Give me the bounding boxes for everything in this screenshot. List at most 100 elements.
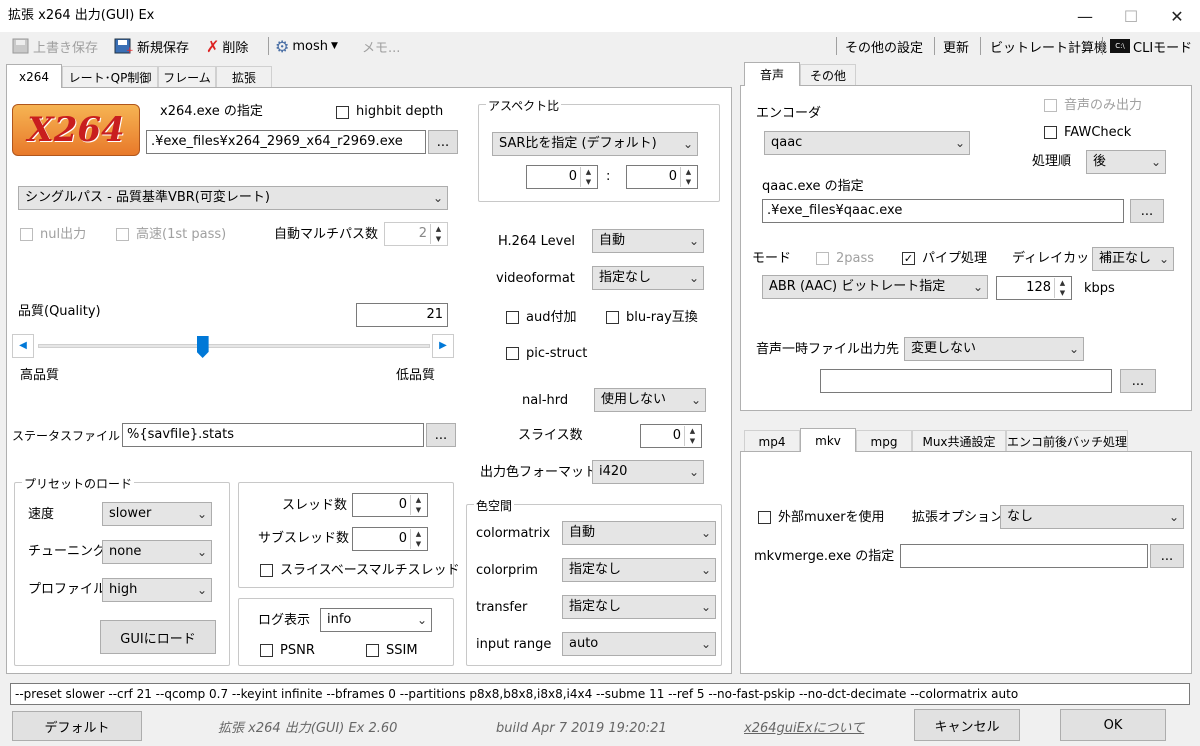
gui-load-button[interactable]: GUIにロード <box>100 620 216 654</box>
memo-button[interactable]: メモ... <box>362 36 400 56</box>
slices-spinner[interactable]: 0 ▲ ▼ <box>640 424 702 448</box>
encoder-select[interactable]: qaac ⌄ <box>764 131 970 155</box>
slider-track <box>38 344 430 348</box>
input-range-select[interactable]: auto ⌄ <box>562 632 716 656</box>
tuning-select[interactable]: none ⌄ <box>102 540 212 564</box>
highbit-checkbox[interactable] <box>336 106 349 119</box>
aud-checkbox[interactable] <box>506 311 519 324</box>
output-color-select[interactable]: i420 ⌄ <box>592 460 704 484</box>
stats-file-input[interactable]: %{savfile}.stats <box>122 423 424 447</box>
overwrite-save-button[interactable]: 上書き保存 <box>12 36 98 56</box>
save-icon <box>12 38 29 54</box>
ssim-checkbox[interactable] <box>366 644 379 657</box>
videoformat-select[interactable]: 指定なし ⌄ <box>592 266 704 290</box>
external-muxer-checkbox[interactable] <box>758 511 771 524</box>
colorprim-select[interactable]: 指定なし ⌄ <box>562 558 716 582</box>
x264-browse-button[interactable]: ... <box>428 130 458 154</box>
pic-struct-checkbox[interactable] <box>506 347 519 360</box>
tab-mkv[interactable]: mkv <box>800 428 856 452</box>
chevron-down-icon: ⌄ <box>1068 342 1079 356</box>
stats-browse-button[interactable]: ... <box>426 423 456 447</box>
temp-dir-browse-button[interactable]: ... <box>1120 369 1156 393</box>
tab-mux-common[interactable]: Mux共通設定 <box>912 430 1006 452</box>
colormatrix-select[interactable]: 自動 ⌄ <box>562 521 716 545</box>
encode-mode-select[interactable]: シングルパス - 品質基準VBR(可変レート) ⌄ <box>18 186 448 210</box>
subthreads-label: サブスレッド数 <box>258 531 350 546</box>
qaac-browse-button[interactable]: ... <box>1130 199 1164 223</box>
slices-value: 0 <box>672 428 681 443</box>
fast-first-pass-checkbox[interactable] <box>116 228 129 241</box>
output-color-value: i420 <box>599 464 628 479</box>
tab-mpg[interactable]: mpg <box>856 430 912 452</box>
log-select[interactable]: info ⌄ <box>320 608 432 632</box>
nal-hrd-select[interactable]: 使用しない ⌄ <box>594 388 706 412</box>
cli-mode-button[interactable]: C:\ CLIモード <box>1110 36 1192 56</box>
quality-input[interactable]: 21 <box>356 303 448 327</box>
tab-rate-qp[interactable]: レート･QP制御 <box>62 66 158 88</box>
default-button[interactable]: デフォルト <box>12 711 142 741</box>
maximize-button[interactable]: ☐ <box>1108 0 1154 32</box>
temp-dir-path[interactable] <box>820 369 1112 393</box>
subthreads-spinner[interactable]: 0 ▲ ▼ <box>352 527 428 551</box>
tab-mp4[interactable]: mp4 <box>744 430 800 452</box>
h264-level-select[interactable]: 自動 ⌄ <box>592 229 704 253</box>
chevron-down-icon: ⌄ <box>688 271 699 285</box>
tab-batch[interactable]: エンコ前後バッチ処理 <box>1006 430 1128 452</box>
threads-spinner[interactable]: 0 ▲ ▼ <box>352 493 428 517</box>
faw-check-checkbox[interactable] <box>1044 126 1057 139</box>
speed-select[interactable]: slower ⌄ <box>102 502 212 526</box>
ext-option-select[interactable]: なし ⌄ <box>1000 505 1184 529</box>
quality-slider[interactable]: ◀ ▶ <box>12 333 456 359</box>
x264-exe-path[interactable]: .¥exe_files¥x264_2969_x64_r2969.exe <box>146 130 426 154</box>
aspect-width-spinner[interactable]: 0 ▲ ▼ <box>526 165 598 189</box>
aspect-select[interactable]: SAR比を指定 (デフォルト) ⌄ <box>492 132 698 156</box>
audio-only-checkbox[interactable] <box>1044 99 1057 112</box>
audio-mode-select[interactable]: ABR (AAC) ビットレート指定 ⌄ <box>762 275 988 299</box>
delay-cut-select[interactable]: 補正なし ⌄ <box>1092 247 1174 271</box>
ok-button[interactable]: OK <box>1060 709 1166 741</box>
auto-multipass-value: 2 <box>418 226 427 241</box>
cancel-button[interactable]: キャンセル <box>914 709 1020 741</box>
twopass-checkbox[interactable] <box>816 252 829 265</box>
transfer-select[interactable]: 指定なし ⌄ <box>562 595 716 619</box>
bluray-checkbox[interactable] <box>606 311 619 324</box>
tab-x264[interactable]: x264 <box>6 64 62 88</box>
new-save-button[interactable]: + 新規保存 <box>114 36 189 56</box>
psnr-checkbox[interactable] <box>260 644 273 657</box>
minimize-button[interactable]: — <box>1062 0 1108 32</box>
tab-frame[interactable]: フレーム <box>158 66 216 88</box>
chevron-down-icon: ⌄ <box>690 393 701 407</box>
slider-right-arrow-icon[interactable]: ▶ <box>432 334 454 358</box>
bitrate-spinner[interactable]: 128 ▲ ▼ <box>996 276 1072 300</box>
output-color-label: 出力色フォーマット <box>480 465 598 480</box>
delete-button[interactable]: ✗ 削除 <box>206 36 248 56</box>
about-link[interactable]: x264guiExについて <box>744 721 864 737</box>
slider-left-arrow-icon[interactable]: ◀ <box>12 334 34 358</box>
x264-exe-label: x264.exe の指定 <box>160 104 263 119</box>
tab-audio[interactable]: 音声 <box>744 62 800 86</box>
tab-other[interactable]: その他 <box>800 64 856 86</box>
other-settings-button[interactable]: その他の設定 <box>845 36 923 56</box>
slice-multithread-checkbox[interactable] <box>260 564 273 577</box>
command-line[interactable]: --preset slower --crf 21 --qcomp 0.7 --k… <box>10 683 1190 705</box>
spinner-arrows-icon: ▲ ▼ <box>430 224 446 244</box>
pipe-checkbox[interactable]: ✓ <box>902 252 915 265</box>
update-label: 更新 <box>943 40 970 56</box>
nul-output-checkbox[interactable] <box>20 228 33 241</box>
profile-select[interactable]: high ⌄ <box>102 578 212 602</box>
temp-dir-select[interactable]: 変更しない ⌄ <box>904 337 1084 361</box>
order-select[interactable]: 後 ⌄ <box>1086 150 1166 174</box>
mode-label: モード <box>752 251 792 266</box>
bitrate-calc-button[interactable]: ビットレート計算機 <box>990 36 1107 56</box>
close-button[interactable]: ✕ <box>1154 0 1200 32</box>
mkvmerge-exe-path[interactable] <box>900 544 1148 568</box>
aspect-height-spinner[interactable]: 0 ▲ ▼ <box>626 165 698 189</box>
ext-option-value: なし <box>1007 509 1034 524</box>
mkvmerge-browse-button[interactable]: ... <box>1150 544 1184 568</box>
slider-thumb[interactable] <box>196 336 209 358</box>
qaac-exe-path[interactable]: .¥exe_files¥qaac.exe <box>762 199 1124 223</box>
preset-dropdown[interactable]: ⚙ mosh ▼ <box>275 36 338 56</box>
tab-extended[interactable]: 拡張 <box>216 66 272 88</box>
update-button[interactable]: 更新 <box>943 36 969 56</box>
auto-multipass-spinner[interactable]: 2 ▲ ▼ <box>384 222 448 246</box>
